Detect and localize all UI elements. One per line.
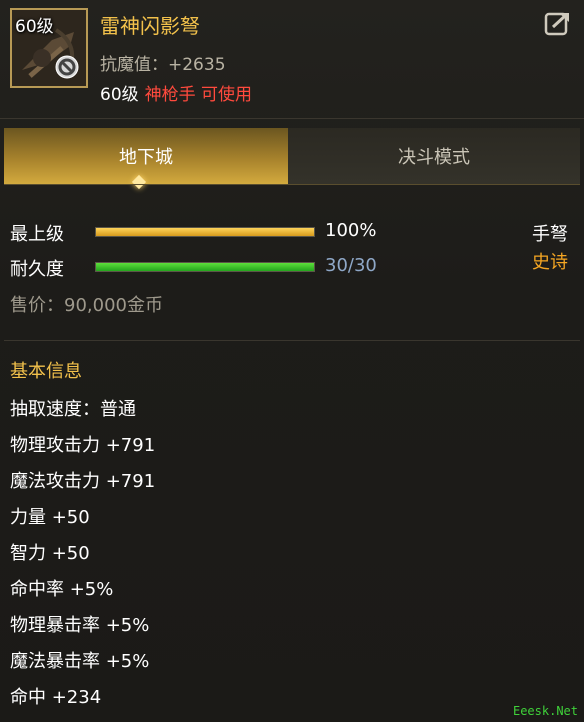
section-divider (4, 340, 580, 341)
item-icon: 60级 (10, 8, 88, 88)
info-line: 命中率 +5% (10, 579, 114, 600)
basic-info-title: 基本信息 (10, 361, 82, 382)
quality-label: 最上级 (10, 224, 64, 245)
durability-label: 耐久度 (10, 259, 64, 280)
tab-underline (4, 184, 580, 185)
rarity-label: 史诗 (532, 252, 568, 273)
quality-bar (95, 227, 315, 237)
weapon-type: 手弩 (532, 224, 568, 245)
info-line: 智力 +50 (10, 543, 90, 564)
tab-dungeon[interactable]: 地下城 (4, 128, 288, 184)
info-line: 魔法暴击率 +5% (10, 651, 150, 672)
info-line: 物理攻击力 +791 (10, 435, 156, 456)
forbid-icon (55, 55, 79, 79)
item-tooltip-panel: 60级 雷神闪影弩 抗魔值：+2635 60级 神枪手 可使用 地下城 决斗模式 … (0, 0, 584, 722)
tab-pvp[interactable]: 决斗模式 (288, 128, 580, 184)
info-line: 力量 +50 (10, 507, 90, 528)
info-line: 魔法攻击力 +791 (10, 471, 156, 492)
durability-bar (95, 262, 315, 272)
info-line: 物理暴击率 +5% (10, 615, 150, 636)
mode-tabs: 地下城 决斗模式 (0, 128, 584, 184)
required-level: 60级 (100, 85, 139, 105)
share-button[interactable] (544, 10, 572, 36)
info-line: 抽取速度：普通 (10, 399, 136, 420)
item-name: 雷神闪影弩 (100, 14, 200, 38)
required-class: 神枪手 可使用 (144, 85, 253, 105)
item-requirement: 60级 神枪手 可使用 (100, 80, 252, 105)
quality-bar-fill (96, 228, 314, 236)
share-icon (544, 12, 569, 36)
durability-value: 30/30 (325, 255, 377, 276)
basic-info-list: 抽取速度：普通 物理攻击力 +791 魔法攻击力 +791 力量 +50 智力 … (10, 395, 155, 719)
durability-bar-fill (96, 263, 314, 271)
info-line: 命中 +234 (10, 687, 102, 708)
header-divider (0, 118, 584, 119)
watermark: Eeesk.Net (512, 704, 578, 718)
quality-value: 100% (325, 220, 377, 241)
sell-price: 售价：90,000金币 (10, 295, 163, 316)
item-level-badge: 60级 (15, 17, 54, 37)
item-magic-resist: 抗魔值：+2635 (100, 55, 226, 75)
